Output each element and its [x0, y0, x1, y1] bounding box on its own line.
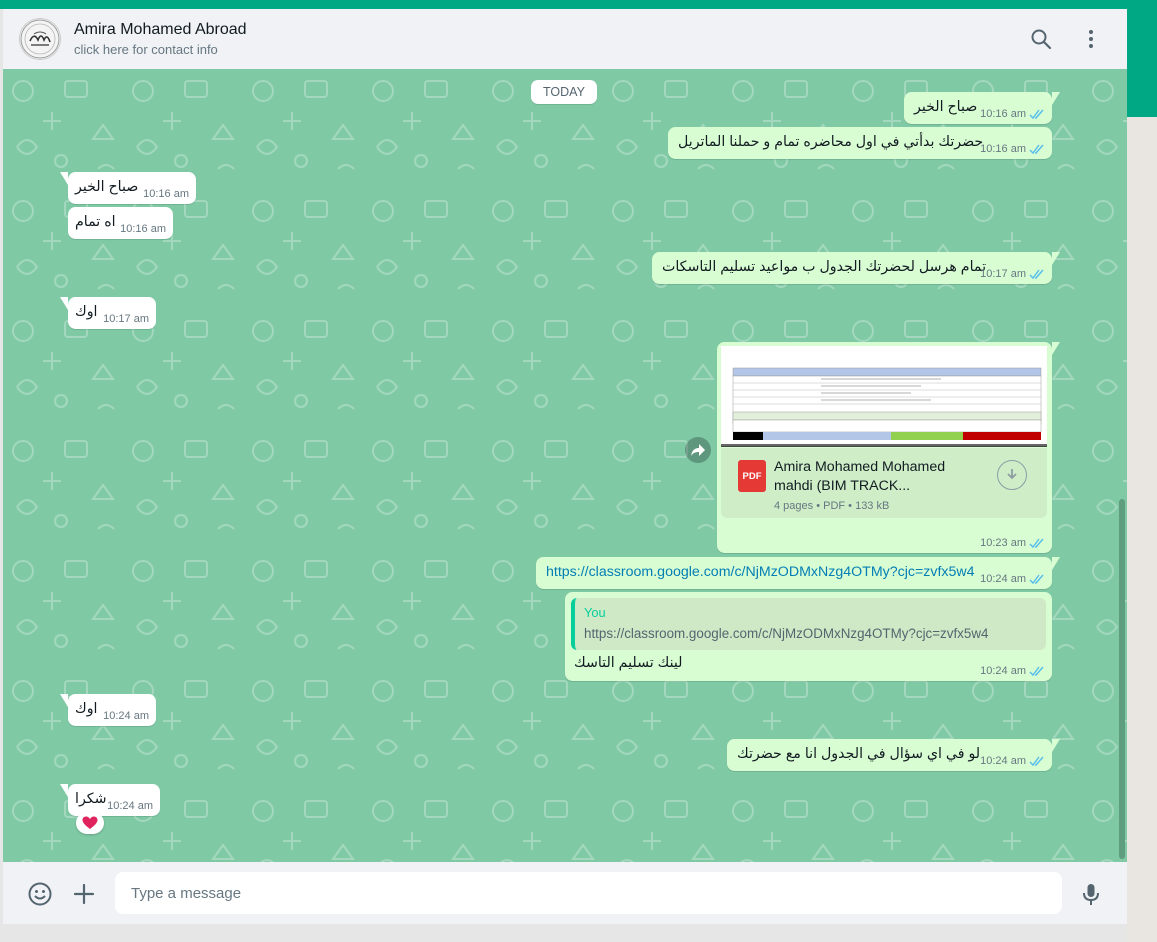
document-title: Amira Mohamed Mohamed mahdi (BIM TRACK..…: [774, 459, 946, 494]
emoji-icon[interactable]: [27, 881, 53, 907]
message-text: لو في اي سؤال في الجدول انا مع حضرتك: [737, 746, 981, 762]
message-text: اوك: [75, 304, 98, 320]
attach-plus-icon[interactable]: [71, 881, 97, 907]
message-time: 10:24 am: [980, 755, 1026, 767]
menu-icon[interactable]: [1079, 27, 1103, 51]
scrollbar[interactable]: [1119, 499, 1125, 859]
message-incoming[interactable]: اوك 10:17 am: [60, 297, 156, 329]
heart-reaction[interactable]: [76, 812, 104, 834]
message-text: شكرا: [75, 791, 107, 807]
quoted-message[interactable]: You https://classroom.google.com/c/NjMzO…: [571, 598, 1046, 650]
message-outgoing[interactable]: تمام هرسل لحضرتك الجدول ب مواعيد تسليم ا…: [652, 252, 1060, 284]
document-card[interactable]: PDF Amira Mohamed Mohamed mahdi (BIM TRA…: [721, 448, 1047, 518]
message-time: 10:24 am: [107, 800, 153, 812]
chat-window: Amira Mohamed Abroad click here for cont…: [3, 9, 1127, 924]
microphone-icon[interactable]: [1078, 881, 1104, 907]
message-list[interactable]: TODAY صباح الخير 10:16 am حضرتك بدأتي في…: [3, 69, 1127, 862]
search-icon[interactable]: [1029, 27, 1053, 51]
message-time: 10:24 am: [980, 665, 1026, 677]
message-outgoing[interactable]: https://classroom.google.com/c/NjMzODMxN…: [536, 557, 1060, 589]
quote-text: https://classroom.google.com/c/NjMzODMxN…: [584, 626, 989, 641]
read-ticks-icon: [1029, 144, 1044, 154]
message-text: صباح الخير: [914, 99, 978, 115]
document-info: 4 pages • PDF • 133 kB: [774, 500, 890, 512]
message-incoming[interactable]: شكرا 10:24 am: [60, 784, 160, 816]
message-outgoing-reply[interactable]: You https://classroom.google.com/c/NjMzO…: [565, 592, 1052, 681]
message-outgoing-document[interactable]: PDF Amira Mohamed Mohamed mahdi (BIM TRA…: [717, 342, 1060, 553]
forward-icon[interactable]: [685, 437, 711, 463]
message-time: 10:24 am: [980, 573, 1026, 585]
chat-header[interactable]: Amira Mohamed Abroad click here for cont…: [3, 9, 1127, 70]
avatar[interactable]: [19, 18, 61, 60]
document-preview[interactable]: [721, 346, 1047, 447]
message-text: صباح الخير: [75, 179, 139, 195]
composer-bar: [3, 862, 1127, 924]
message-time: 10:17 am: [103, 313, 149, 325]
message-time: 10:16 am: [120, 223, 166, 235]
read-ticks-icon: [1029, 574, 1044, 584]
message-text: اه تمام: [75, 214, 116, 230]
message-time: 10:17 am: [980, 268, 1026, 280]
message-time: 10:24 am: [103, 710, 149, 722]
message-outgoing[interactable]: لو في اي سؤال في الجدول انا مع حضرتك 10:…: [727, 739, 1060, 771]
message-input[interactable]: [115, 872, 1062, 914]
message-incoming[interactable]: اوك 10:24 am: [60, 694, 156, 726]
read-ticks-icon: [1029, 109, 1044, 119]
message-time: 10:23 am: [980, 537, 1026, 549]
message-outgoing[interactable]: حضرتك بدأتي في اول محاضره تمام و حملنا ا…: [668, 127, 1052, 159]
download-icon[interactable]: [997, 460, 1027, 490]
contact-info-hint[interactable]: click here for contact info: [74, 42, 218, 57]
message-text: لينك تسليم التاسك: [574, 655, 683, 671]
message-text: اوك: [75, 701, 98, 717]
right-background: [1127, 117, 1157, 942]
quote-author: You: [584, 605, 606, 620]
read-ticks-icon: [1029, 269, 1044, 279]
message-time: 10:16 am: [980, 108, 1026, 120]
date-divider: TODAY: [531, 80, 597, 104]
read-ticks-icon: [1029, 756, 1044, 766]
message-link[interactable]: https://classroom.google.com/c/NjMzODMxN…: [546, 564, 975, 580]
message-text: تمام هرسل لحضرتك الجدول ب مواعيد تسليم ا…: [662, 259, 987, 275]
read-ticks-icon: [1029, 538, 1044, 548]
message-time: 10:16 am: [980, 143, 1026, 155]
message-time: 10:16 am: [143, 188, 189, 200]
message-incoming[interactable]: اه تمام 10:16 am: [68, 207, 173, 239]
contact-name[interactable]: Amira Mohamed Abroad: [74, 21, 247, 39]
top-accent-band: [0, 0, 1157, 9]
read-ticks-icon: [1029, 666, 1044, 676]
message-incoming[interactable]: صباح الخير 10:16 am: [60, 172, 196, 204]
message-text: حضرتك بدأتي في اول محاضره تمام و حملنا ا…: [678, 134, 984, 150]
message-outgoing[interactable]: صباح الخير 10:16 am: [904, 92, 1060, 124]
pdf-file-icon: PDF: [738, 460, 766, 492]
heart-icon: [82, 816, 98, 829]
right-accent-band: [1127, 9, 1157, 117]
